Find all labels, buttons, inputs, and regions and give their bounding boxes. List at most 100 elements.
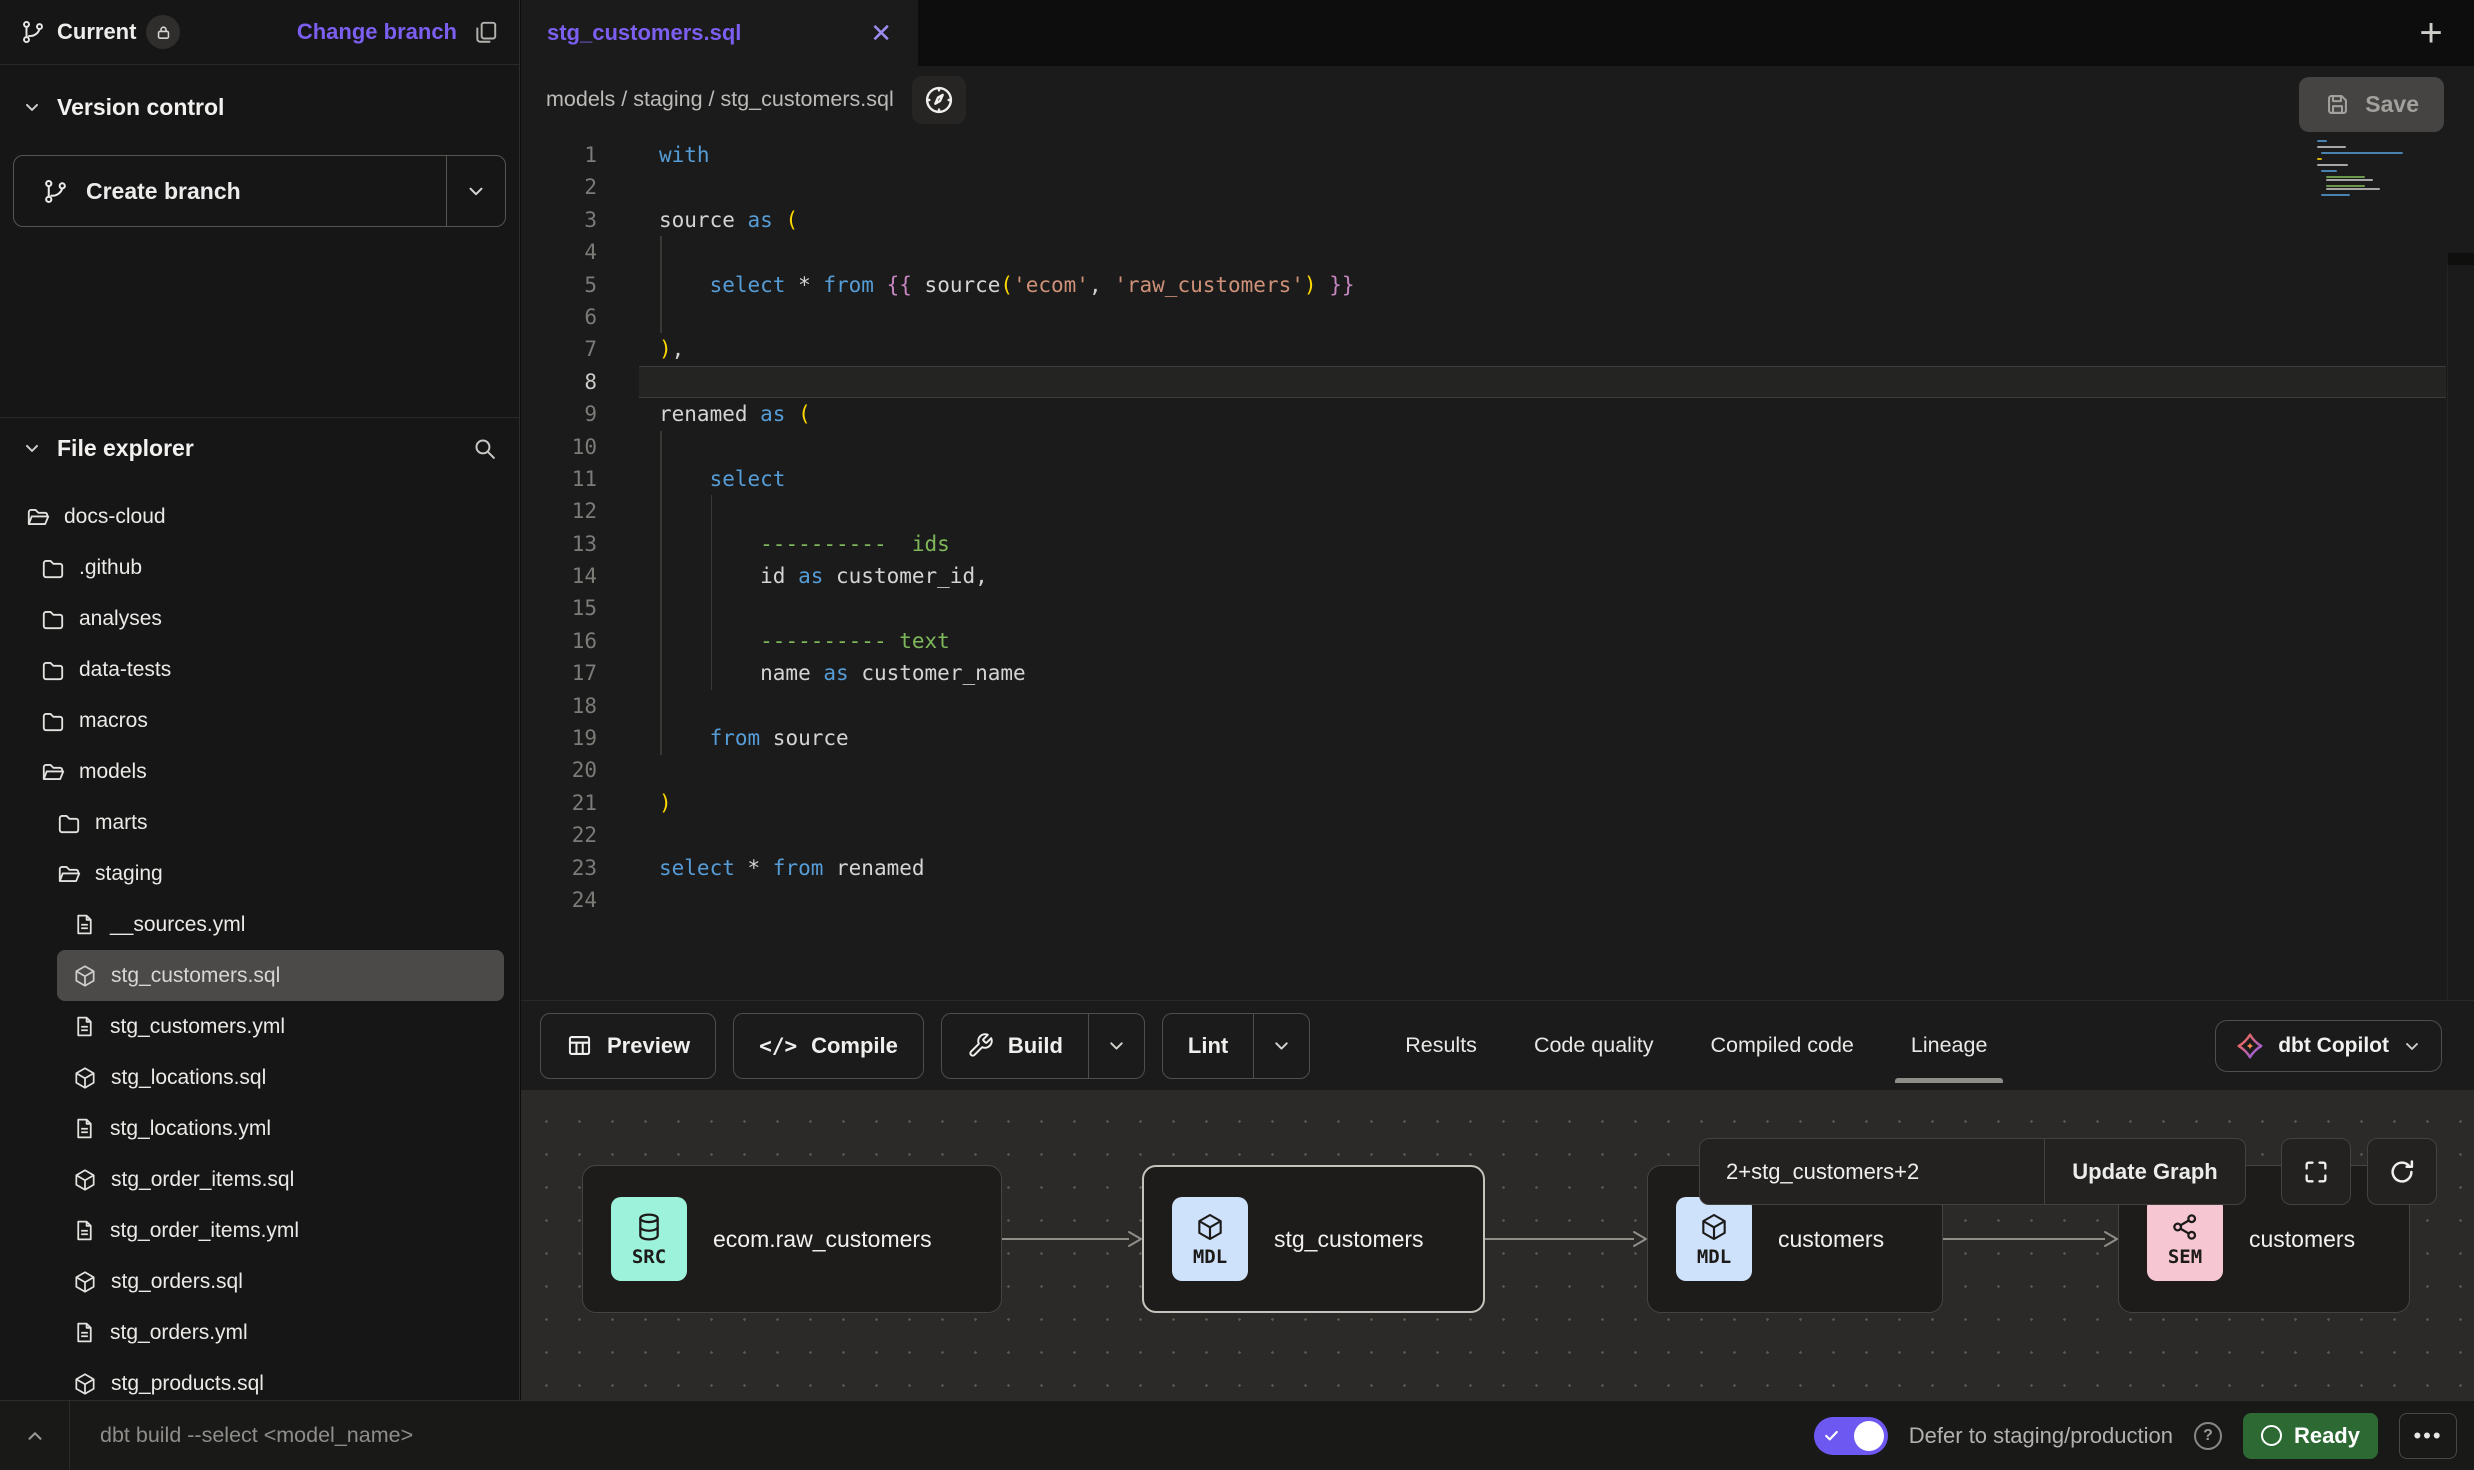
new-tab-button[interactable]: +	[2402, 0, 2460, 66]
change-branch-link[interactable]: Change branch	[297, 19, 457, 45]
tree-item-data-tests[interactable]: data-tests	[0, 644, 519, 695]
code-icon: </>	[759, 1033, 797, 1059]
node-label: customers	[1778, 1226, 1884, 1253]
model-cube-icon	[72, 1065, 98, 1091]
ide-status-badge[interactable]: Ready	[2243, 1413, 2378, 1459]
code-editor[interactable]: 1with23source as (45 select * from {{ so…	[521, 133, 2474, 1000]
tree-item-stg-customers-yml[interactable]: stg_customers.yml	[0, 1001, 519, 1052]
indent-guide	[660, 236, 662, 333]
tree-item-macros[interactable]: macros	[0, 695, 519, 746]
tree-item-marts[interactable]: marts	[0, 797, 519, 848]
tab-lineage[interactable]: Lineage	[1911, 1033, 1988, 1058]
lineage-selector-input[interactable]: 2+stg_customers+2	[1700, 1139, 2044, 1204]
breadcrumb[interactable]: models / staging / stg_customers.sql	[546, 87, 894, 112]
code-line: 11 select	[521, 463, 2474, 495]
scrollbar-thumb[interactable]	[2448, 253, 2474, 265]
indent-guide	[660, 431, 662, 755]
tree-item-stg-customers-sql[interactable]: stg_customers.sql	[57, 950, 504, 1001]
build-button[interactable]: Build	[941, 1013, 1145, 1079]
refresh-button[interactable]	[2367, 1138, 2437, 1205]
create-branch-button[interactable]: Create branch	[13, 155, 506, 227]
line-number: 19	[521, 722, 639, 754]
line-number: 18	[521, 690, 639, 722]
lineage-node-stg-customers[interactable]: MDLstg_customers	[1142, 1165, 1485, 1313]
build-dropdown[interactable]	[1089, 1014, 1144, 1078]
dbt-copilot-button[interactable]: dbt Copilot	[2215, 1020, 2442, 1072]
expand-command-bar-button[interactable]	[0, 1401, 70, 1470]
lineage-node-ecom-raw-customers[interactable]: SRCecom.raw_customers	[582, 1165, 1002, 1313]
code-line: 16 ---------- text	[521, 625, 2474, 657]
compile-button[interactable]: </>Compile	[733, 1013, 924, 1079]
tab-stg-customers-sql[interactable]: stg_customers.sql ✕	[521, 0, 918, 66]
line-number: 12	[521, 495, 639, 527]
lock-icon	[155, 24, 172, 41]
minimap[interactable]	[2317, 140, 2403, 198]
copy-branch-icon[interactable]	[473, 19, 499, 45]
update-graph-button[interactable]: Update Graph	[2045, 1139, 2245, 1204]
line-number: 23	[521, 852, 639, 884]
tree-item-models[interactable]: models	[0, 746, 519, 797]
create-branch-dropdown[interactable]	[447, 156, 505, 226]
line-number: 1	[521, 139, 639, 171]
tree-item-stg-order-items-yml[interactable]: stg_order_items.yml	[0, 1205, 519, 1256]
tab-compiled-code[interactable]: Compiled code	[1710, 1033, 1853, 1058]
tree-item-stg-orders-yml[interactable]: stg_orders.yml	[0, 1307, 519, 1358]
preview-button[interactable]: Preview	[540, 1013, 716, 1079]
folder-icon	[40, 708, 66, 734]
code-line: 21)	[521, 787, 2474, 819]
explore-lineage-button[interactable]	[912, 76, 966, 124]
tree-item--github[interactable]: .github	[0, 542, 519, 593]
line-number: 15	[521, 592, 639, 624]
command-input[interactable]: dbt build --select <model_name>	[100, 1423, 413, 1448]
code-line: 10	[521, 431, 2474, 463]
line-number: 13	[521, 528, 639, 560]
tree-item-analyses[interactable]: analyses	[0, 593, 519, 644]
tab-code-quality[interactable]: Code quality	[1534, 1033, 1654, 1058]
line-number: 17	[521, 657, 639, 689]
file-name: marts	[95, 811, 148, 835]
defer-toggle[interactable]	[1814, 1417, 1888, 1455]
more-options-button[interactable]: •••	[2399, 1413, 2457, 1459]
lint-button[interactable]: Lint	[1162, 1013, 1310, 1079]
tree-item--sources-yml[interactable]: __sources.yml	[0, 899, 519, 950]
tab-results[interactable]: Results	[1405, 1033, 1477, 1058]
lint-dropdown[interactable]	[1254, 1014, 1309, 1078]
folder-open-icon	[56, 861, 82, 887]
current-branch-label: Current	[57, 19, 136, 45]
code-line: 12	[521, 495, 2474, 527]
tree-item-docs-cloud[interactable]: docs-cloud	[0, 491, 519, 542]
tree-item-staging[interactable]: staging	[0, 848, 519, 899]
code-line: 3source as (	[521, 204, 2474, 236]
line-number: 22	[521, 819, 639, 851]
file-explorer-header[interactable]: File explorer	[0, 426, 519, 470]
version-control-title: Version control	[57, 94, 224, 121]
help-icon[interactable]: ?	[2194, 1422, 2222, 1450]
file-name: stg_order_items.yml	[110, 1219, 299, 1243]
file-name: stg_locations.sql	[111, 1066, 266, 1090]
cube-icon	[1698, 1211, 1730, 1243]
sem-badge: SEM	[2147, 1197, 2223, 1281]
folder-icon	[40, 657, 66, 683]
version-control-header[interactable]: Version control	[0, 85, 519, 129]
indent-guide	[711, 495, 713, 689]
tree-item-stg-orders-sql[interactable]: stg_orders.sql	[0, 1256, 519, 1307]
file-name: stg_orders.yml	[110, 1321, 248, 1345]
node-label: customers	[2249, 1226, 2355, 1253]
code-line: 15	[521, 592, 2474, 624]
save-button[interactable]: Save	[2299, 77, 2444, 132]
tree-item-stg-locations-yml[interactable]: stg_locations.yml	[0, 1103, 519, 1154]
file-doc-icon	[72, 912, 97, 937]
scrollbar-track	[2447, 265, 2448, 1000]
refresh-icon	[2387, 1157, 2417, 1187]
code-line: 8	[521, 366, 2474, 398]
tree-item-stg-locations-sql[interactable]: stg_locations.sql	[0, 1052, 519, 1103]
tree-item-stg-order-items-sql[interactable]: stg_order_items.sql	[0, 1154, 519, 1205]
close-tab-icon[interactable]: ✕	[870, 20, 892, 46]
wrench-icon	[967, 1032, 994, 1059]
create-branch-label: Create branch	[86, 178, 241, 205]
main-area: stg_customers.sql ✕ + models / staging /…	[521, 0, 2474, 1400]
fullscreen-button[interactable]	[2281, 1138, 2351, 1205]
search-icon[interactable]	[472, 436, 497, 461]
code-line: 2	[521, 171, 2474, 203]
mdl-badge: MDL	[1172, 1197, 1248, 1281]
